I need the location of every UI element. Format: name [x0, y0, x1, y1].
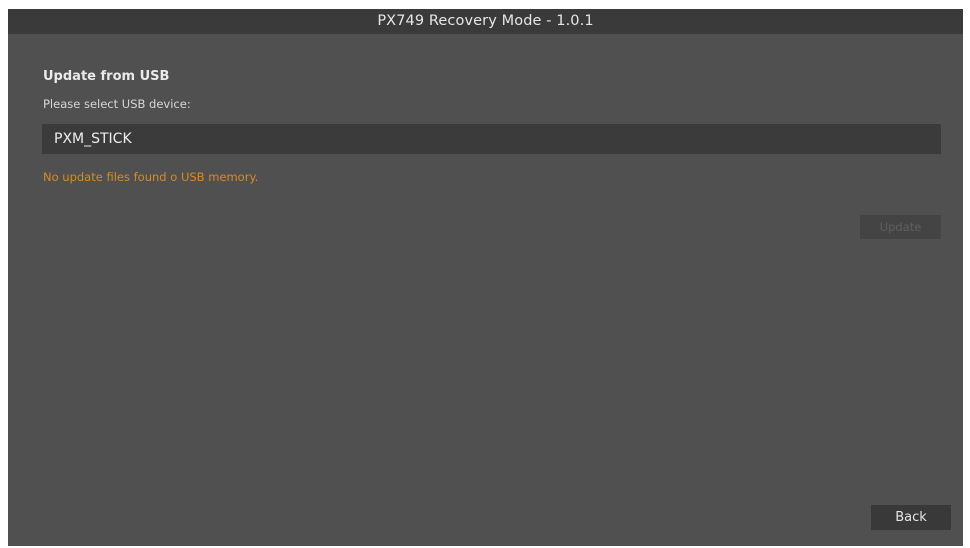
section-title: Update from USB: [43, 69, 170, 84]
recovery-screen: PX749 Recovery Mode - 1.0.1 Update from …: [8, 9, 963, 546]
status-message: No update files found o USB memory.: [43, 170, 259, 184]
usb-device-value: PXM_STICK: [54, 131, 132, 147]
back-button[interactable]: Back: [871, 505, 951, 530]
title-bar: PX749 Recovery Mode - 1.0.1: [8, 9, 963, 34]
update-button[interactable]: Update: [860, 215, 941, 239]
usb-device-select[interactable]: PXM_STICK: [42, 124, 941, 154]
device-prompt-label: Please select USB device:: [43, 97, 191, 111]
